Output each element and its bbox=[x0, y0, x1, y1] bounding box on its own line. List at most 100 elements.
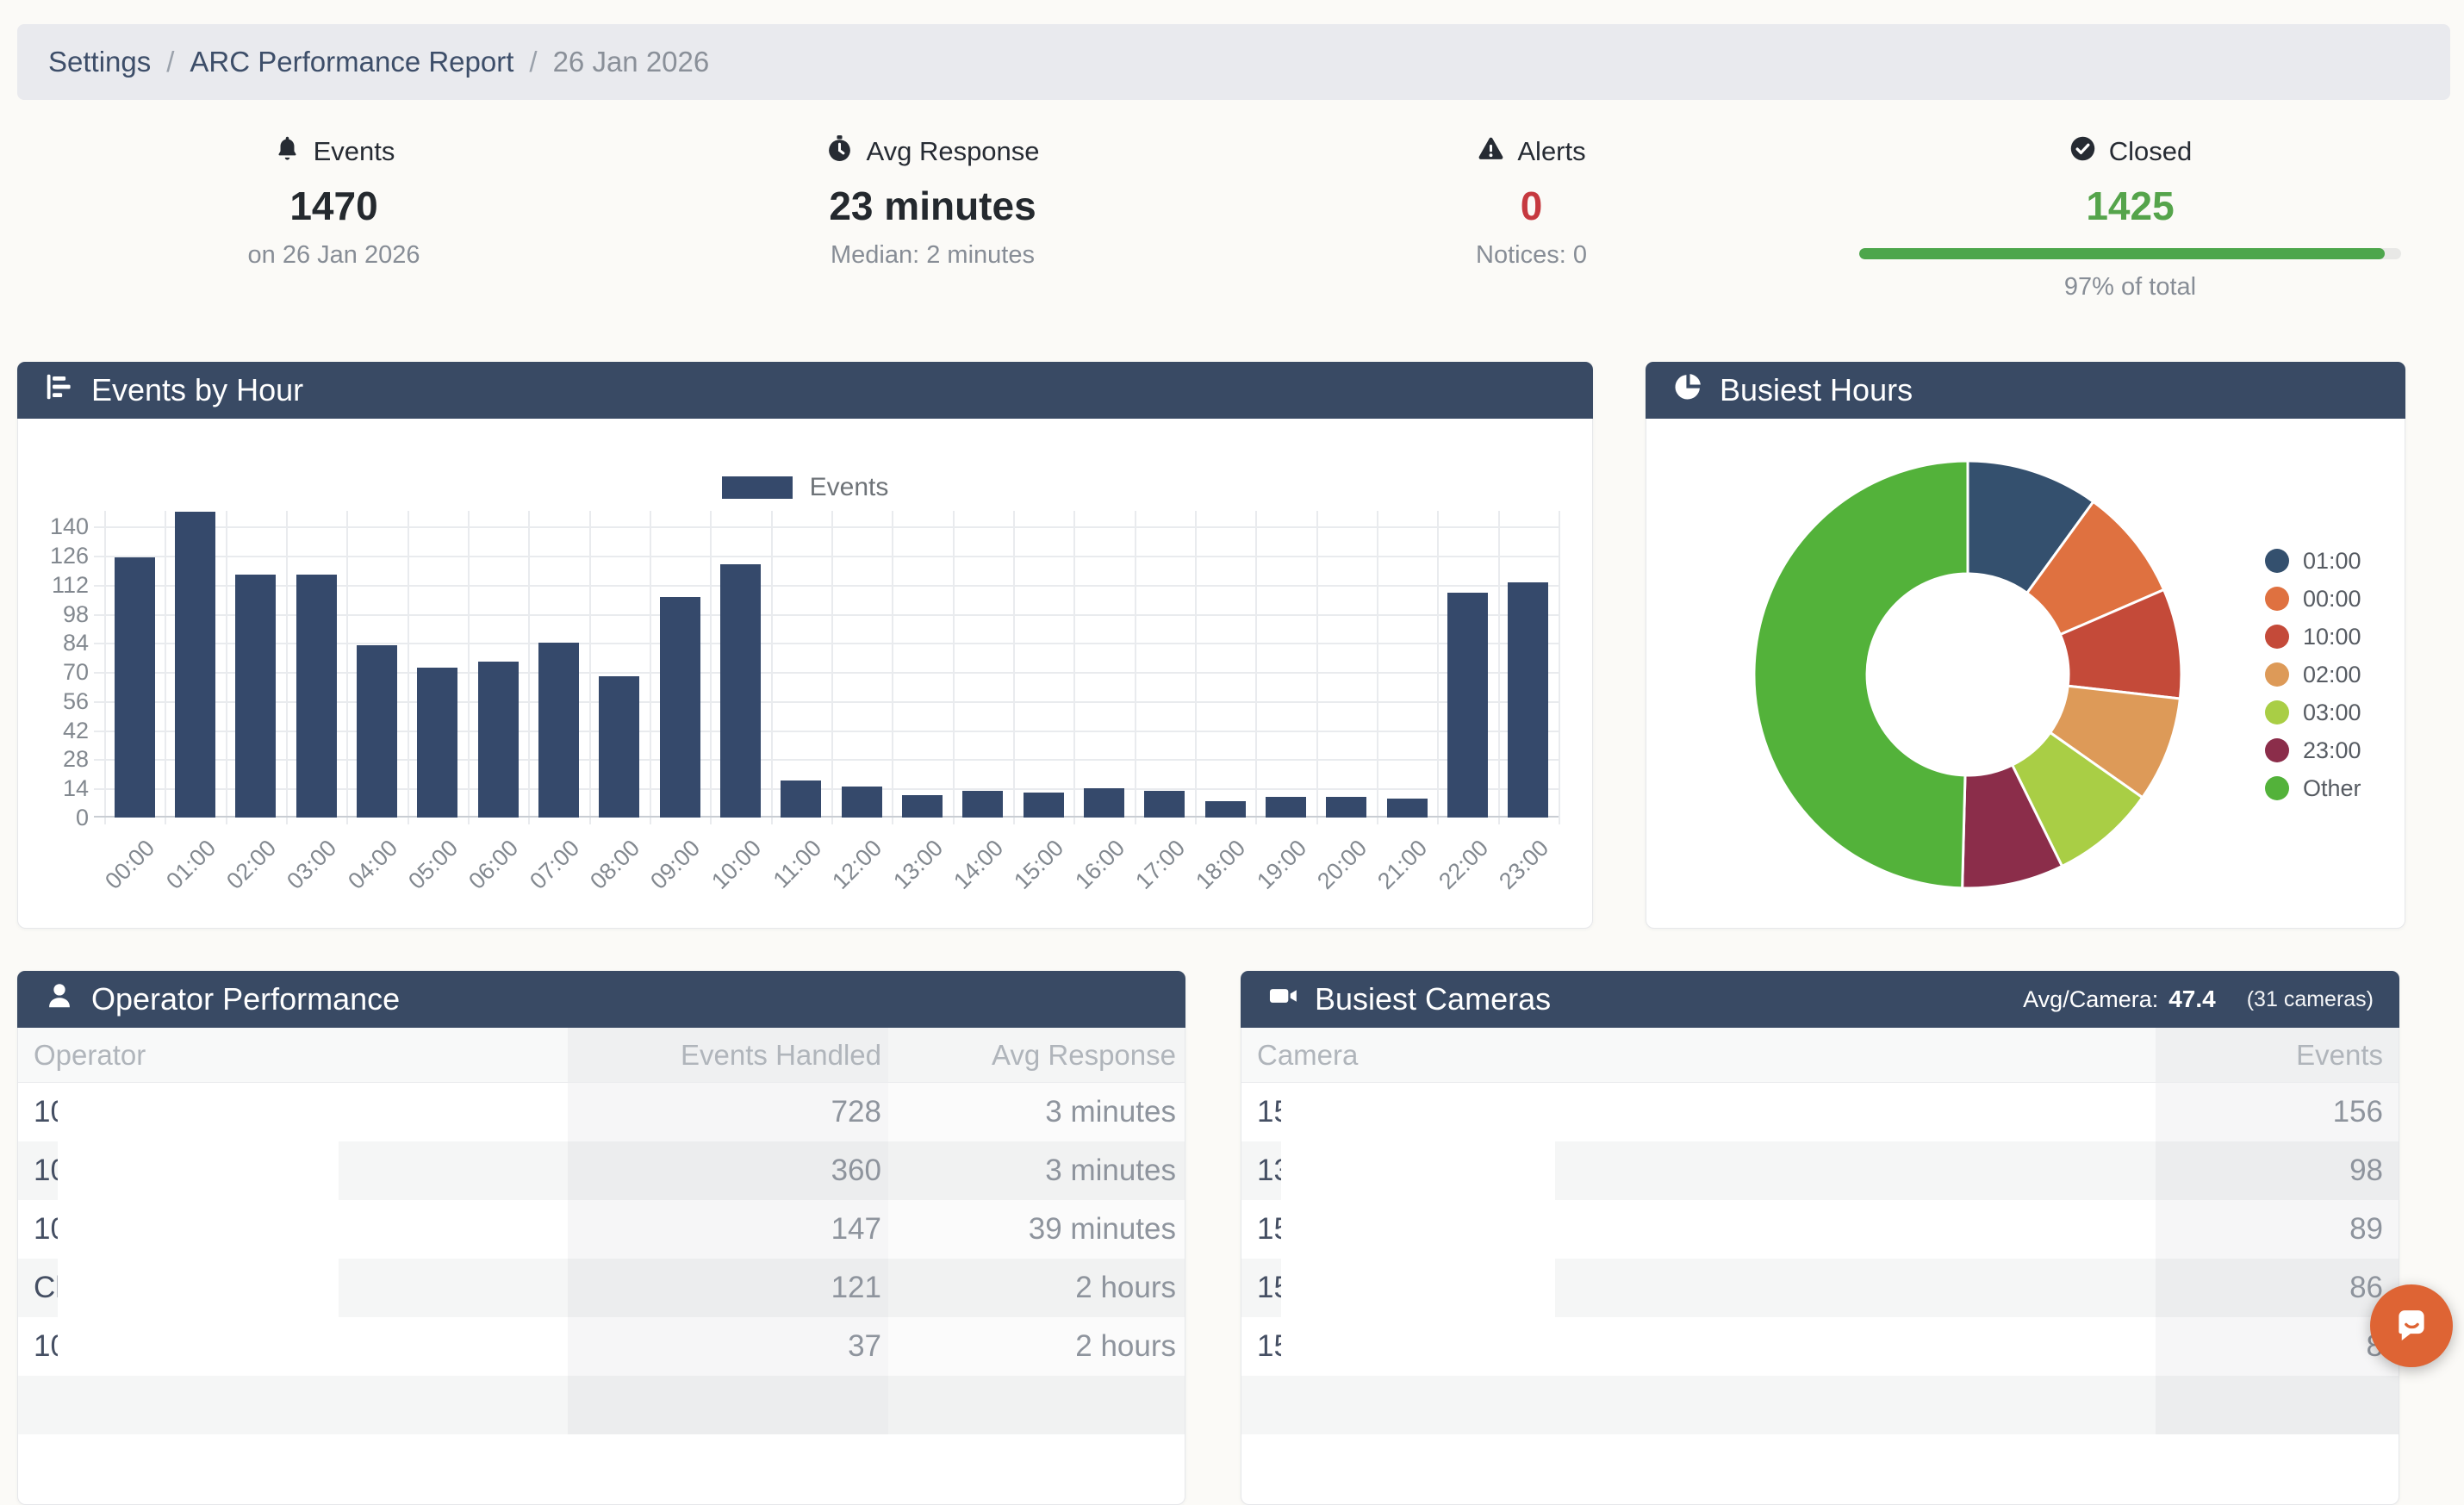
chat-launcher-button[interactable] bbox=[2370, 1284, 2453, 1367]
redaction-overlay bbox=[58, 1200, 339, 1259]
legend-label: 02:00 bbox=[2303, 662, 2361, 688]
y-tick-label: 98 bbox=[8, 600, 89, 628]
redaction-overlay bbox=[1281, 1317, 1555, 1376]
table-cell: 2 hours bbox=[888, 1317, 1185, 1376]
gridline-vertical bbox=[1195, 511, 1197, 824]
stopwatch-icon bbox=[825, 134, 854, 170]
camera-table-header-row: CameraEvents bbox=[1241, 1028, 2399, 1083]
gridline-vertical bbox=[589, 511, 591, 824]
y-tick-label: 112 bbox=[8, 571, 89, 599]
gridline-horizontal bbox=[94, 556, 1559, 557]
stat-alerts-header: Alerts bbox=[1232, 134, 1831, 169]
bar-19:00 bbox=[1266, 797, 1306, 818]
table-cell: 37 bbox=[568, 1317, 888, 1376]
table-row bbox=[18, 1376, 1185, 1434]
donut-legend-item-00-00[interactable]: 00:00 bbox=[2265, 583, 2361, 614]
bar-06:00 bbox=[478, 662, 519, 818]
legend-color-dot bbox=[2265, 662, 2289, 687]
gridline-vertical bbox=[104, 511, 106, 824]
table-cell: 102 bbox=[18, 1317, 568, 1376]
y-tick-label: 84 bbox=[8, 629, 89, 656]
gridline-vertical bbox=[1316, 511, 1318, 824]
table-cell: 102 bbox=[18, 1083, 568, 1141]
donut-legend-item-02-00[interactable]: 02:00 bbox=[2265, 659, 2361, 690]
stat-avg-response-sub: Median: 2 minutes bbox=[633, 241, 1232, 270]
busiest-hours-panel: Busiest Hours 01:00 00:00 10:00 02:00 03:00 2… bbox=[1646, 362, 2405, 929]
table-cell: 360 bbox=[568, 1141, 888, 1200]
busiest-cameras-header: Busiest Cameras Avg/Camera: 47.4 (31 cam… bbox=[1241, 971, 2399, 1028]
breadcrumb-item-arc-performance-report[interactable]: ARC Performance Report bbox=[190, 46, 513, 78]
stat-events-header: Events bbox=[34, 134, 633, 169]
y-tick-label: 70 bbox=[8, 658, 89, 686]
busiest-cameras-panel: Busiest Cameras Avg/Camera: 47.4 (31 cam… bbox=[1241, 971, 2399, 1505]
table-cell bbox=[18, 1376, 568, 1434]
camera-count: (31 cameras) bbox=[2247, 987, 2374, 1012]
donut-legend-item-03-00[interactable]: 03:00 bbox=[2265, 697, 2361, 728]
redaction-overlay bbox=[58, 1083, 339, 1141]
gridline-vertical bbox=[286, 511, 288, 824]
closed-progress-fill bbox=[1859, 248, 2385, 259]
table-row: 1568 bbox=[1241, 1317, 2399, 1376]
table-row: 15689 bbox=[1241, 1200, 2399, 1259]
bar-23:00 bbox=[1508, 582, 1548, 818]
table-cell: 156 bbox=[1241, 1317, 2156, 1376]
busiest-cameras-title: Busiest Cameras bbox=[1315, 981, 1551, 1017]
column-header-operator: Operator bbox=[18, 1028, 568, 1082]
bar-16:00 bbox=[1084, 788, 1124, 818]
stat-alerts-sub: Notices: 0 bbox=[1232, 241, 1831, 270]
legend-label: Other bbox=[2303, 775, 2361, 802]
table-row: 13198 bbox=[1241, 1141, 2399, 1200]
stat-avg-response-label: Avg Response bbox=[866, 136, 1039, 167]
bar-11:00 bbox=[781, 780, 821, 818]
legend-label: 03:00 bbox=[2303, 700, 2361, 726]
events-by-hour-header: Events by Hour bbox=[17, 362, 1593, 419]
stat-events-sub: on 26 Jan 2026 bbox=[34, 241, 633, 270]
table-cell: 102 bbox=[18, 1200, 568, 1259]
stat-avg-response-header: Avg Response bbox=[633, 134, 1232, 169]
legend-color-dot bbox=[2265, 738, 2289, 762]
table-row: 151156 bbox=[1241, 1083, 2399, 1141]
stat-alerts-label: Alerts bbox=[1517, 136, 1585, 167]
bar-00:00 bbox=[115, 557, 155, 818]
chat-bubble-icon bbox=[2388, 1302, 2435, 1351]
table-row bbox=[1241, 1376, 2399, 1434]
gridline-vertical bbox=[831, 511, 833, 824]
bar-05:00 bbox=[417, 668, 457, 818]
column-header-avg-response: Avg Response bbox=[888, 1028, 1185, 1082]
table-cell: 147 bbox=[568, 1200, 888, 1259]
legend-color-dot bbox=[2265, 587, 2289, 611]
gridline-vertical bbox=[892, 511, 893, 824]
redaction-overlay bbox=[1281, 1259, 1555, 1317]
donut-legend-item-other[interactable]: Other bbox=[2265, 773, 2361, 804]
bar-04:00 bbox=[357, 645, 397, 818]
stat-alerts: Alerts 0 Notices: 0 bbox=[1232, 134, 1831, 302]
breadcrumb: Settings/ARC Performance Report/26 Jan 2… bbox=[17, 24, 2450, 100]
donut-legend-item-23-00[interactable]: 23:00 bbox=[2265, 735, 2361, 766]
redaction-overlay bbox=[58, 1317, 339, 1376]
bar-03:00 bbox=[296, 575, 337, 818]
legend-label: 10:00 bbox=[2303, 624, 2361, 650]
table-cell: 86 bbox=[2156, 1259, 2399, 1317]
legend-color-dot bbox=[2265, 776, 2289, 800]
bell-icon bbox=[273, 134, 302, 170]
redaction-overlay bbox=[1281, 1083, 1555, 1141]
gridline-vertical bbox=[1135, 511, 1136, 824]
table-cell: 89 bbox=[2156, 1200, 2399, 1259]
gridline-vertical bbox=[468, 511, 470, 824]
bar-chart-legend[interactable]: Events bbox=[18, 473, 1592, 502]
breadcrumb-item-settings[interactable]: Settings bbox=[48, 46, 151, 78]
redaction-overlay bbox=[58, 1141, 339, 1200]
gridline-vertical bbox=[346, 511, 348, 824]
gridline-vertical bbox=[408, 511, 409, 824]
breadcrumb-separator: / bbox=[166, 46, 174, 78]
busiest-hours-header: Busiest Hours bbox=[1646, 362, 2405, 419]
table-row: 1027283 minutes bbox=[18, 1083, 1185, 1141]
donut-legend-item-01-00[interactable]: 01:00 bbox=[2265, 545, 2361, 576]
donut-legend-item-10-00[interactable]: 10:00 bbox=[2265, 621, 2361, 652]
avg-per-camera-label: Avg/Camera: bbox=[2023, 986, 2158, 1013]
table-cell: 39 minutes bbox=[888, 1200, 1185, 1259]
gridline-vertical bbox=[1377, 511, 1378, 824]
legend-label: 01:00 bbox=[2303, 548, 2361, 575]
table-cell: 3 minutes bbox=[888, 1141, 1185, 1200]
events-by-hour-panel: Events by Hour Events 014284256708498112… bbox=[17, 362, 1593, 929]
